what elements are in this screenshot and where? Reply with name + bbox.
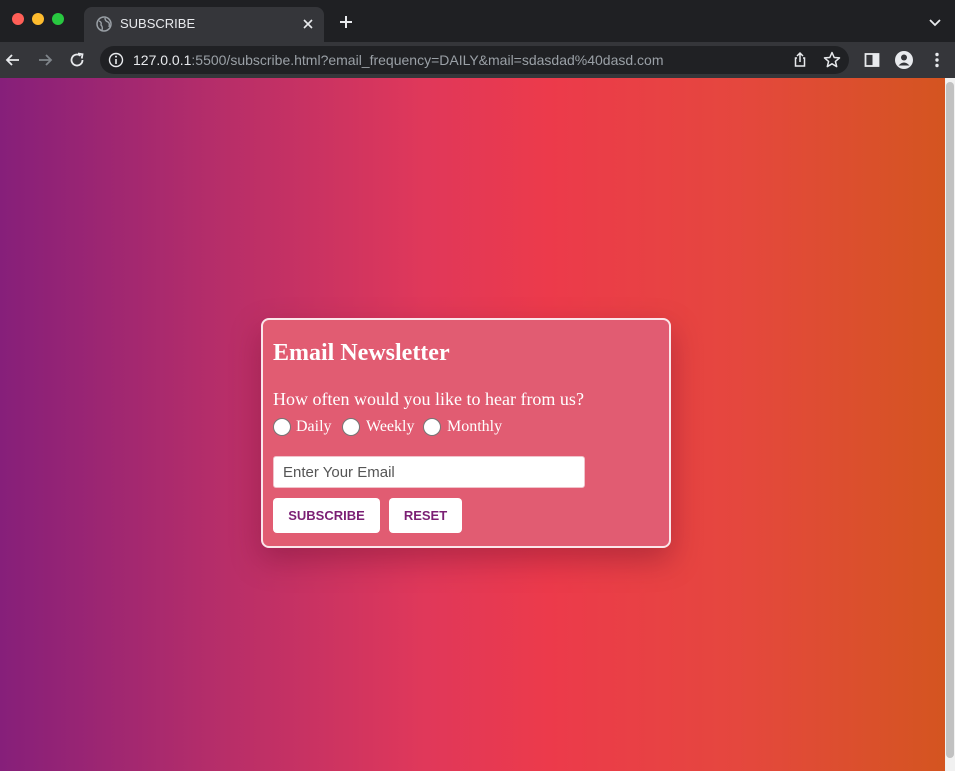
maximize-window-button[interactable] [52,13,64,25]
share-icon[interactable] [790,50,810,70]
browser-tab[interactable]: SUBSCRIBE [84,7,324,42]
vertical-scrollbar[interactable] [945,78,955,771]
radio-monthly[interactable] [423,418,441,436]
new-tab-icon[interactable] [336,12,356,32]
scrollbar-thumb[interactable] [946,82,954,758]
browser-tab-strip: SUBSCRIBE [0,0,955,42]
radio-label-monthly[interactable]: Monthly [447,418,502,436]
newsletter-form: Email Newsletter How often would you lik… [261,318,671,548]
back-arrow-icon[interactable] [3,50,23,70]
email-field[interactable] [273,456,585,488]
chevron-down-icon[interactable] [926,14,944,32]
close-tab-icon[interactable] [300,16,316,32]
side-panel-icon[interactable] [862,50,882,70]
radio-weekly[interactable] [342,418,360,436]
profile-icon[interactable] [894,50,914,70]
minimize-window-button[interactable] [32,13,44,25]
reload-icon[interactable] [67,50,87,70]
radio-daily[interactable] [273,418,291,436]
forward-arrow-icon[interactable] [35,50,55,70]
subscribe-button[interactable]: SUBSCRIBE [273,498,380,533]
form-title: Email Newsletter [273,340,450,366]
frequency-question: How often would you like to hear from us… [273,389,584,409]
star-icon[interactable] [822,50,842,70]
url-text: 127.0.0.1:5500/subscribe.html?email_freq… [133,52,664,68]
radio-label-weekly[interactable]: Weekly [366,418,414,436]
more-menu-icon[interactable] [927,50,947,70]
close-window-button[interactable] [12,13,24,25]
url-path: :5500/subscribe.html?email_frequency=DAI… [191,52,664,68]
info-icon[interactable] [108,52,124,68]
tab-title: SUBSCRIBE [120,16,196,31]
radio-label-daily[interactable]: Daily [296,418,332,436]
address-bar[interactable]: 127.0.0.1:5500/subscribe.html?email_freq… [100,46,849,74]
globe-icon [96,16,112,32]
browser-toolbar: 127.0.0.1:5500/subscribe.html?email_freq… [0,42,955,78]
url-host: 127.0.0.1 [133,52,192,68]
reset-button[interactable]: RESET [389,498,462,533]
